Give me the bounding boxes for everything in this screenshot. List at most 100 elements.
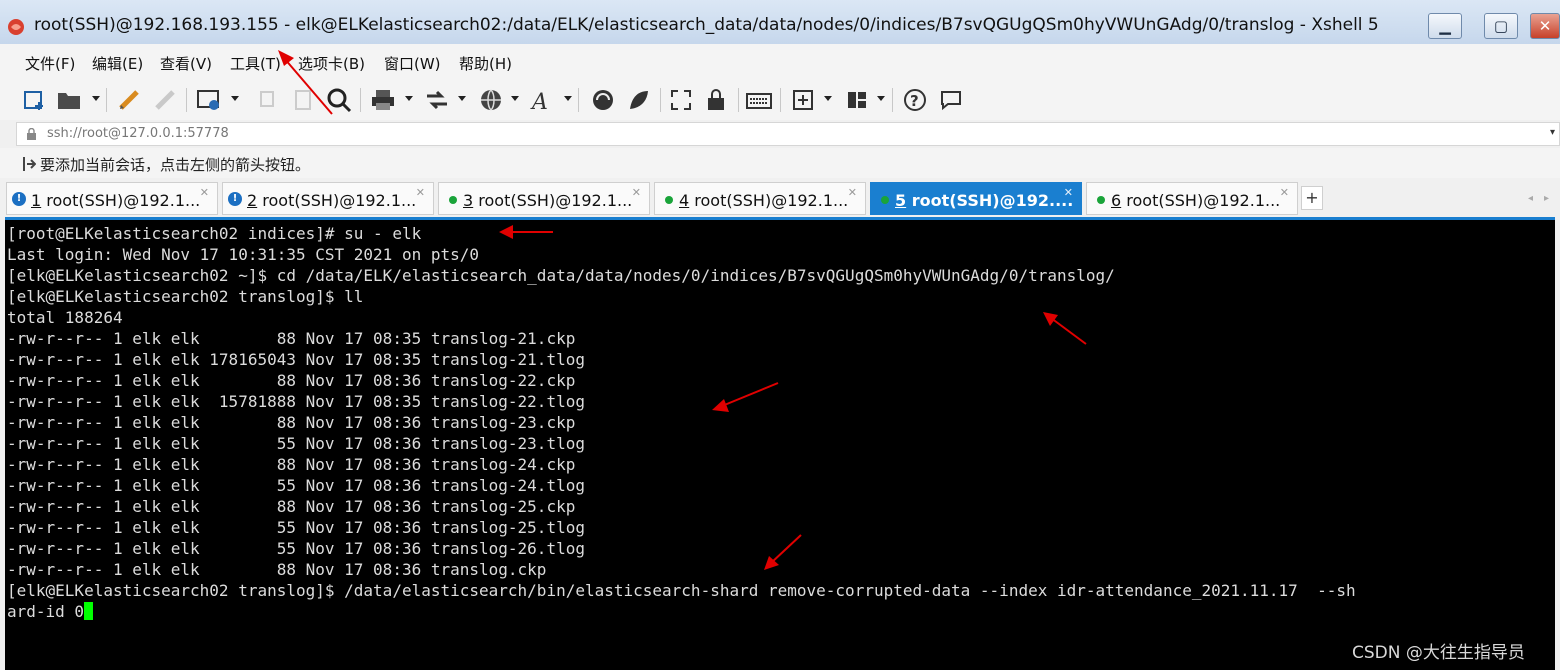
tab-number: 5 xyxy=(895,191,907,210)
menu-help[interactable]: 帮助(H) xyxy=(459,53,512,74)
menu-file[interactable]: 文件(F) xyxy=(25,53,75,74)
menu-edit[interactable]: 编辑(E) xyxy=(92,53,143,74)
tab-number: 4 xyxy=(679,191,690,210)
tab-close-icon[interactable]: ✕ xyxy=(416,186,425,199)
tab-session-2[interactable]: ! 2 root(SSH)@192.1... ✕ xyxy=(222,182,434,215)
new-tab-icon[interactable] xyxy=(790,87,816,113)
tab-label: root(SSH)@192.1... xyxy=(46,191,201,210)
tab-close-icon[interactable]: ✕ xyxy=(632,186,641,199)
connected-dot-icon xyxy=(449,196,457,204)
disconnect-icon[interactable] xyxy=(152,87,178,113)
xshell-logo-icon xyxy=(8,19,24,35)
tab-close-icon[interactable]: ✕ xyxy=(1280,186,1289,199)
minimize-button[interactable]: ▁ xyxy=(1428,13,1462,39)
menu-window[interactable]: 窗口(W) xyxy=(384,53,441,74)
chat-icon[interactable] xyxy=(938,87,964,113)
toolbar-separator xyxy=(738,88,739,112)
properties-dropdown-icon[interactable] xyxy=(231,96,239,101)
terminal-line: -rw-r--r-- 1 elk elk 88 Nov 17 08:36 tra… xyxy=(7,413,576,432)
print-dropdown-icon[interactable] xyxy=(405,96,413,101)
terminal-line: -rw-r--r-- 1 elk elk 15781888 Nov 17 08:… xyxy=(7,392,585,411)
print-icon[interactable] xyxy=(370,87,396,113)
terminal-line: -rw-r--r-- 1 elk elk 55 Nov 17 08:36 tra… xyxy=(7,434,585,453)
hint-text: 要添加当前会话，点击左侧的箭头按钮。 xyxy=(40,156,311,174)
terminal-line: [elk@ELKelasticsearch02 translog]$ ll xyxy=(7,287,364,306)
address-dropdown-icon[interactable]: ▾ xyxy=(1550,127,1555,138)
tab-session-1[interactable]: ! 1 root(SSH)@192.1... ✕ xyxy=(6,182,218,215)
terminal-line: -rw-r--r-- 1 elk elk 88 Nov 17 08:35 tra… xyxy=(7,329,576,348)
terminal-line: ard-id 0 xyxy=(7,602,85,621)
maximize-button[interactable]: ▢ xyxy=(1484,13,1518,39)
fullscreen-icon[interactable] xyxy=(668,87,694,113)
tab-label: root(SSH)@192.... xyxy=(911,191,1074,210)
tab-label: root(SSH)@192.1... xyxy=(694,191,849,210)
font-icon[interactable]: A xyxy=(530,87,556,113)
globe-icon[interactable] xyxy=(478,87,504,113)
terminal-line: [elk@ELKelasticsearch02 translog]$ /data… xyxy=(7,581,1356,600)
paste-icon[interactable] xyxy=(290,87,316,113)
connect-icon[interactable] xyxy=(116,87,142,113)
address-text: ssh://root@127.0.0.1:57778 xyxy=(47,126,229,141)
tab-next-icon[interactable]: ▸ xyxy=(1544,193,1549,204)
toolbar-separator xyxy=(660,88,661,112)
tab-session-5[interactable]: 5 root(SSH)@192.... ✕ xyxy=(870,182,1082,215)
transfer-dropdown-icon[interactable] xyxy=(458,96,466,101)
menu-tools[interactable]: 工具(T) xyxy=(230,53,281,74)
transfer-icon[interactable] xyxy=(424,87,450,113)
terminal-line: Last login: Wed Nov 17 10:31:35 CST 2021… xyxy=(7,245,480,264)
connected-dot-icon xyxy=(665,196,673,204)
tab-label: root(SSH)@192.1... xyxy=(478,191,633,210)
open-folder-icon[interactable] xyxy=(56,87,82,113)
connected-dot-icon xyxy=(881,196,889,204)
terminal-line: [root@ELKelasticsearch02 indices]# su - … xyxy=(7,224,422,243)
copy-icon[interactable] xyxy=(256,87,282,113)
terminal-line: [elk@ELKelasticsearch02 ~]$ cd /data/ELK… xyxy=(7,266,1115,285)
lock-icon[interactable] xyxy=(703,87,729,113)
leaf-icon[interactable] xyxy=(626,87,652,113)
tab-number: 6 xyxy=(1111,191,1122,210)
watermark: CSDN @大往生指导员 xyxy=(1352,643,1525,663)
tab-close-icon[interactable]: ✕ xyxy=(1064,186,1073,199)
xftp-icon[interactable] xyxy=(590,87,616,113)
info-icon: ! xyxy=(12,192,26,206)
tab-close-icon[interactable]: ✕ xyxy=(848,186,857,199)
menu-bar: 文件(F) 编辑(E) 查看(V) 工具(T) 选项卡(B) 窗口(W) 帮助(… xyxy=(0,44,1560,80)
tab-session-6[interactable]: 6 root(SSH)@192.1... ✕ xyxy=(1086,182,1298,215)
terminal-line: -rw-r--r-- 1 elk elk 55 Nov 17 08:36 tra… xyxy=(7,539,585,558)
add-tab-button[interactable]: + xyxy=(1301,186,1323,210)
toolbar: A ? xyxy=(0,80,1560,120)
menu-tabs[interactable]: 选项卡(B) xyxy=(298,53,365,74)
new-session-icon[interactable] xyxy=(22,87,48,113)
menu-view[interactable]: 查看(V) xyxy=(160,53,212,74)
terminal-line: -rw-r--r-- 1 elk elk 88 Nov 17 08:36 tra… xyxy=(7,455,576,474)
connected-dot-icon xyxy=(1097,196,1105,204)
address-bar[interactable]: ssh://root@127.0.0.1:57778 ▾ xyxy=(16,122,1560,146)
toolbar-separator xyxy=(578,88,579,112)
tab-session-4[interactable]: 4 root(SSH)@192.1... ✕ xyxy=(654,182,866,215)
close-button[interactable]: ✕ xyxy=(1530,13,1560,39)
font-dropdown-icon[interactable] xyxy=(564,96,572,101)
terminal-line: -rw-r--r-- 1 elk elk 88 Nov 17 08:36 tra… xyxy=(7,560,547,579)
layout-icon[interactable] xyxy=(844,87,870,113)
tab-label: root(SSH)@192.1... xyxy=(262,191,417,210)
open-dropdown-icon[interactable] xyxy=(92,96,100,101)
layout-dropdown-icon[interactable] xyxy=(877,96,885,101)
tab-prev-icon[interactable]: ◂ xyxy=(1528,193,1533,204)
toolbar-separator xyxy=(186,88,187,112)
tab-session-3[interactable]: 3 root(SSH)@192.1... ✕ xyxy=(438,182,650,215)
svg-text:?: ? xyxy=(910,92,919,110)
help-icon[interactable]: ? xyxy=(902,87,928,113)
add-session-arrow-icon[interactable] xyxy=(22,156,36,172)
globe-dropdown-icon[interactable] xyxy=(511,96,519,101)
tab-close-icon[interactable]: ✕ xyxy=(200,186,209,199)
tab-label: root(SSH)@192.1... xyxy=(1126,191,1281,210)
svg-text:A: A xyxy=(530,90,548,112)
terminal[interactable]: [root@ELKelasticsearch02 indices]# su - … xyxy=(5,217,1555,670)
new-tab-dropdown-icon[interactable] xyxy=(824,96,832,101)
properties-icon[interactable] xyxy=(196,87,222,113)
toolbar-separator xyxy=(360,88,361,112)
keyboard-icon[interactable] xyxy=(746,87,772,113)
find-icon[interactable] xyxy=(326,87,352,113)
terminal-line: -rw-r--r-- 1 elk elk 55 Nov 17 08:36 tra… xyxy=(7,476,585,495)
tab-number: 1 xyxy=(31,191,42,210)
